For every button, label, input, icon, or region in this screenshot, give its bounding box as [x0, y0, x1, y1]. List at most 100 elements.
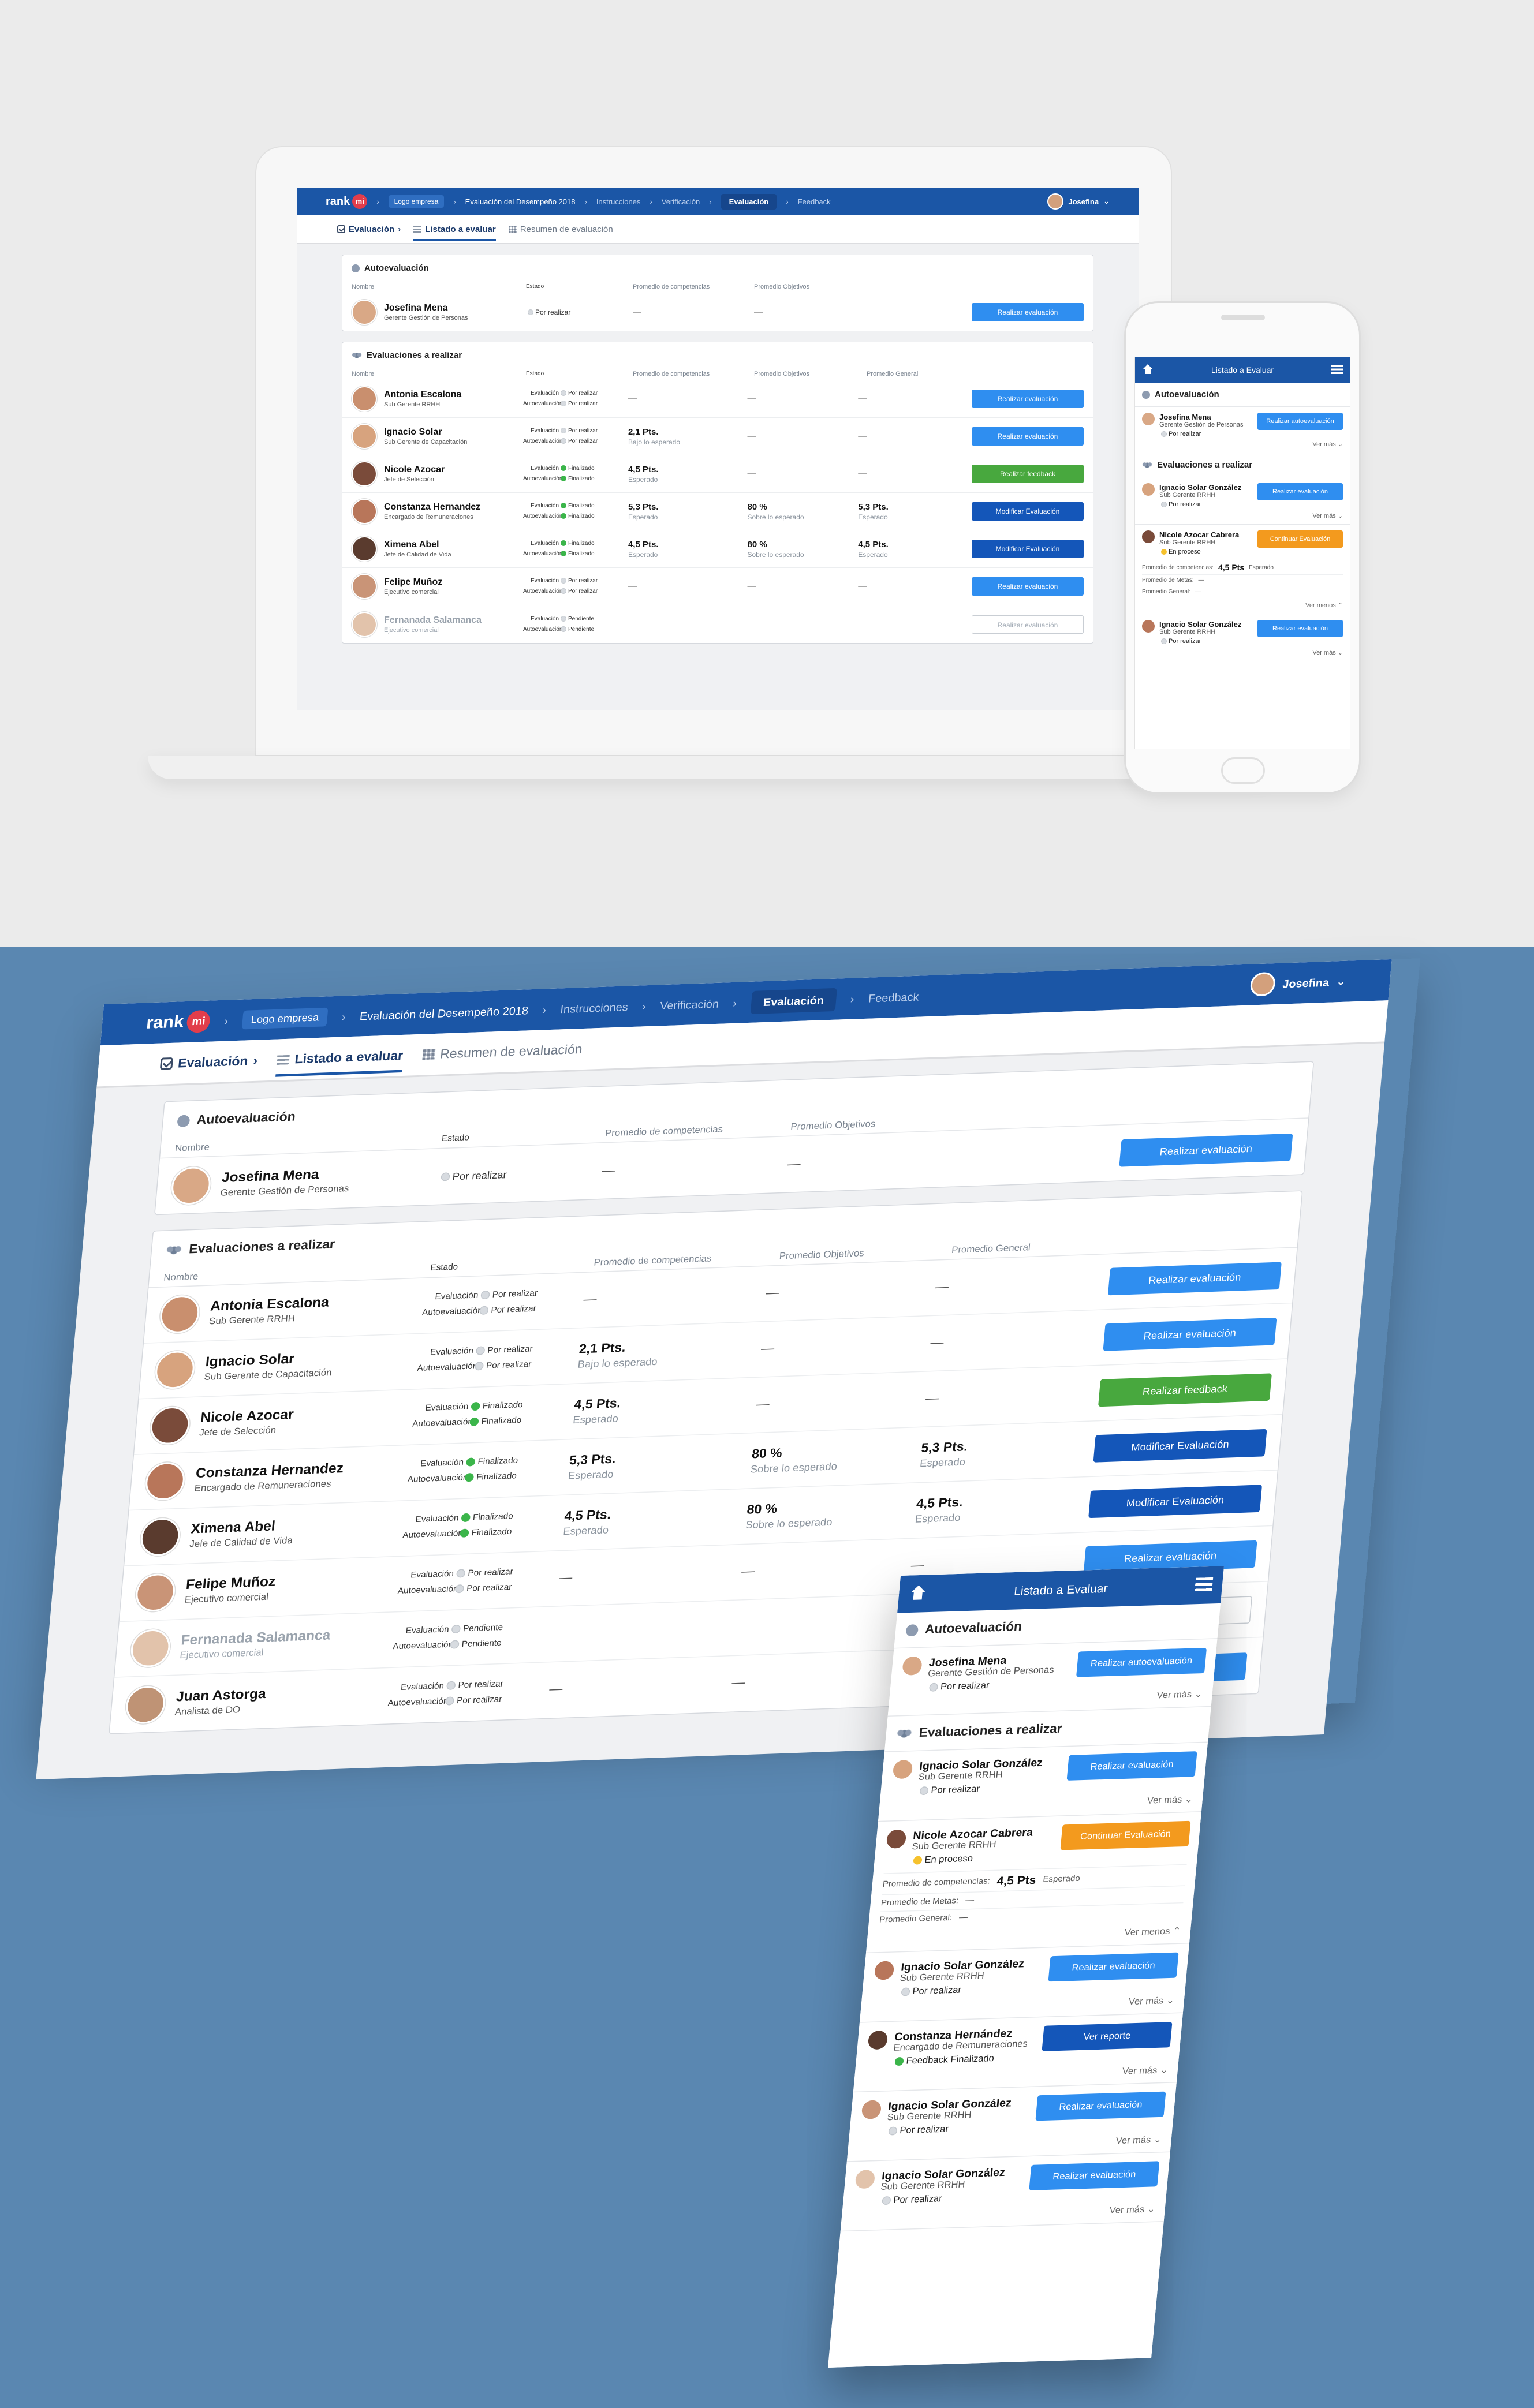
user-menu[interactable]: Josefina ⌄: [1249, 969, 1347, 997]
step-instrucciones[interactable]: Instrucciones: [560, 1000, 629, 1015]
state-label: Evaluación: [410, 1569, 454, 1580]
step-feedback[interactable]: Feedback: [868, 990, 919, 1004]
tab-listado-a-evaluar[interactable]: Listado a evaluar: [413, 225, 496, 241]
ver-mas-toggle[interactable]: Ver más ⌄: [1312, 512, 1343, 519]
step-verificacion[interactable]: Verificación: [662, 197, 700, 206]
row-action-button[interactable]: Realizar evaluación: [1029, 2161, 1160, 2190]
realizar-autoevaluacion-button[interactable]: Realizar autoevaluación: [1257, 413, 1343, 430]
state-label: Evaluación: [531, 428, 559, 434]
row-action-button[interactable]: Realizar evaluación: [1048, 1952, 1179, 1982]
user-menu[interactable]: Josefina ⌄: [1047, 193, 1110, 210]
chevron-down-icon: ⌄: [1103, 197, 1110, 205]
score-value: —: [858, 468, 867, 478]
competencies-cell: —: [583, 1285, 766, 1308]
phone-speaker: [1221, 315, 1265, 320]
self-evaluation-card: Autoevaluación Nombre Estado Promedio de…: [342, 255, 1093, 331]
tab-resumen-de-evaluacion[interactable]: Resumen de evaluación: [508, 225, 613, 234]
state-cell: Evaluación Finalizado Autoevaluación Final…: [523, 501, 628, 522]
state-label: Evaluación: [531, 578, 559, 584]
ver-mas-toggle[interactable]: Ver más ⌄: [1312, 649, 1343, 656]
ver-mas-toggle[interactable]: Ver más ⌄: [1128, 1995, 1175, 2007]
ver-mas-toggle[interactable]: Ver más ⌄: [1147, 1794, 1193, 1806]
breadcrumb-process[interactable]: Evaluación del Desempeño 2018: [465, 197, 576, 206]
row-action-button[interactable]: Modificar Evaluación: [972, 540, 1084, 558]
company-logo-chip[interactable]: Logo empresa: [241, 1007, 329, 1030]
avatar: [902, 1656, 923, 1676]
home-icon[interactable]: [909, 1585, 927, 1601]
row-action-button[interactable]: Continuar Evaluación: [1060, 1820, 1191, 1850]
laptop-screen: rank mi › Logo empresa › Evaluación del D…: [297, 188, 1139, 710]
row-action-button[interactable]: Realizar feedback: [1098, 1373, 1272, 1407]
score-value: —: [628, 581, 637, 591]
ver-mas-toggle[interactable]: Ver menos ⌃: [1124, 1925, 1181, 1938]
row-action-button[interactable]: Realizar evaluación: [1257, 620, 1343, 637]
step-evaluacion[interactable]: Evaluación: [721, 193, 777, 210]
name-cell: Antonia Escalona Sub Gerente RRHH: [158, 1287, 424, 1334]
realizar-autoevaluacion-button[interactable]: Realizar autoevaluación: [1076, 1647, 1207, 1677]
realizar-evaluacion-button[interactable]: Realizar evaluación: [1119, 1133, 1293, 1166]
row-action-button[interactable]: Modificar Evaluación: [1088, 1485, 1263, 1519]
row-action-button[interactable]: Realizar feedback: [972, 465, 1084, 483]
row-action-button[interactable]: Realizar evaluación: [1066, 1751, 1197, 1781]
status-dot: [441, 1172, 450, 1182]
state-cell: Por realizar: [526, 308, 633, 316]
column-header: Estado: [526, 371, 544, 377]
column-header: Promedio de competencias: [593, 1254, 712, 1269]
group-icon: [165, 1244, 182, 1255]
row-action-button[interactable]: Realizar evaluación: [1257, 483, 1343, 500]
hamburger-menu-icon[interactable]: [1195, 1577, 1214, 1592]
person-name: Ignacio Solar González: [1159, 620, 1242, 629]
person-role: Jefe de Calidad de Vida: [384, 551, 451, 558]
rankmi-logo[interactable]: rank mi: [326, 194, 368, 209]
ver-mas-toggle[interactable]: Ver más ⌄: [1115, 2134, 1162, 2147]
avatar: [886, 1829, 907, 1849]
state-value: Por realizar: [568, 390, 598, 397]
action-cell: Realizar evaluación: [1119, 1133, 1293, 1166]
score-value: —: [583, 1291, 598, 1307]
breadcrumb-process[interactable]: Evaluación del Desempeño 2018: [359, 1004, 529, 1022]
status-dot: [561, 540, 567, 547]
ver-mas-toggle[interactable]: Ver más ⌄: [1156, 1688, 1203, 1701]
step-evaluacion[interactable]: Evaluación: [750, 988, 838, 1014]
objectives-cell: 80 % Sobre lo esperado: [748, 502, 859, 521]
objectives-cell: —: [731, 1670, 902, 1692]
state-value: Finalizado: [568, 503, 595, 509]
avatar: [170, 1165, 212, 1205]
ver-mas-toggle[interactable]: Ver menos ⌃: [1305, 601, 1343, 609]
row-action-button[interactable]: Realizar evaluación: [1107, 1262, 1282, 1296]
step-feedback[interactable]: Feedback: [798, 197, 831, 206]
row-action-button[interactable]: Realizar evaluación: [1103, 1317, 1277, 1351]
company-logo-chip[interactable]: Logo empresa: [388, 195, 445, 208]
tab-listado-a-evaluar[interactable]: Listado a evaluar: [275, 1048, 404, 1076]
row-action-button[interactable]: Realizar evaluación: [972, 427, 1084, 446]
row-action-button[interactable]: Ver reporte: [1042, 2022, 1173, 2051]
row-action-button[interactable]: Realizar evaluación: [972, 390, 1084, 408]
row-action-button[interactable]: Realizar evaluación: [972, 615, 1084, 634]
ver-mas-toggle[interactable]: Ver más ⌄: [1312, 440, 1343, 448]
row-action-button[interactable]: Continuar Evaluación: [1257, 530, 1343, 548]
person-name: Antonia Escalona: [384, 390, 462, 399]
row-action-button[interactable]: Modificar Evaluación: [972, 502, 1084, 521]
state-cell: Evaluación Finalizado Autoevaluación Final…: [402, 1508, 565, 1544]
home-icon[interactable]: [1142, 364, 1154, 375]
rankmi-logo[interactable]: rank mi: [145, 1009, 211, 1034]
state-label: Autoevaluación: [523, 626, 563, 633]
row-action-button[interactable]: Realizar evaluación: [1035, 2091, 1166, 2121]
tab-resumen-de-evaluacion[interactable]: Resumen de evaluación: [422, 1042, 583, 1062]
list-item: Constanza Hernández Encargado de Remuner…: [853, 2013, 1184, 2093]
chevron-right-icon: ›: [641, 999, 647, 1013]
realizar-evaluacion-button[interactable]: Realizar evaluación: [972, 302, 1084, 321]
competencies-cell: [554, 1627, 737, 1635]
step-verificacion[interactable]: Verificación: [659, 997, 719, 1012]
person-name: Ignacio Solar: [204, 1352, 295, 1370]
ver-mas-toggle[interactable]: Ver más ⌄: [1109, 2204, 1156, 2216]
row-action-button[interactable]: Modificar Evaluación: [1093, 1429, 1267, 1463]
list-item: Nicole Azocar Cabrera Sub Gerente RRHH E…: [1135, 525, 1350, 614]
step-instrucciones[interactable]: Instrucciones: [596, 197, 641, 206]
row-action-button[interactable]: Realizar evaluación: [972, 577, 1084, 596]
ver-mas-toggle[interactable]: Ver más ⌄: [1122, 2065, 1169, 2077]
state-value: Finalizado: [472, 1512, 514, 1523]
score-value: —: [558, 1569, 573, 1585]
grid-icon: [508, 226, 517, 233]
hamburger-menu-icon[interactable]: [1331, 365, 1343, 374]
